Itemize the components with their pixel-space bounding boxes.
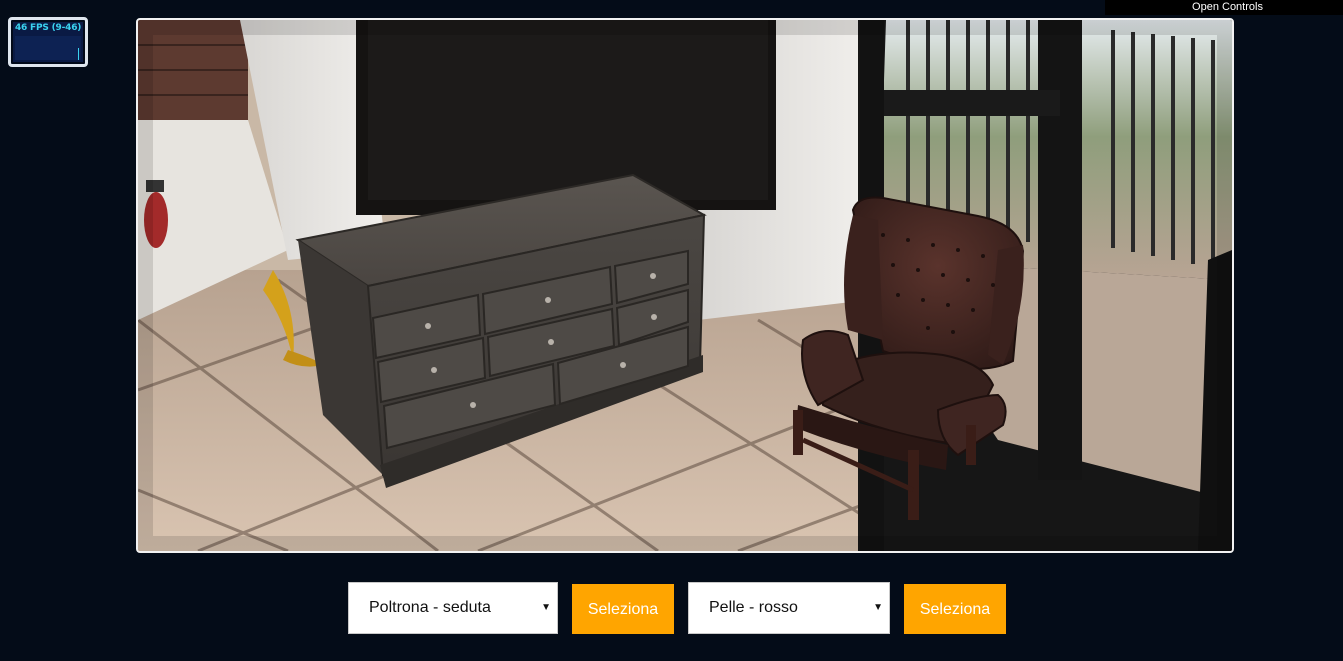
fps-label: 46 FPS (9-46) bbox=[15, 23, 82, 33]
fps-stats-panel[interactable]: 46 FPS (9-46) bbox=[8, 17, 88, 67]
3d-viewport-canvas[interactable] bbox=[136, 18, 1234, 553]
scene-render bbox=[138, 20, 1232, 551]
item-select[interactable]: Poltrona - seduta ▼ bbox=[348, 582, 558, 634]
item-select-value: Poltrona - seduta bbox=[369, 599, 491, 616]
material-select[interactable]: Pelle - rosso ▼ bbox=[688, 582, 890, 634]
selection-controls: Poltrona - seduta ▼ Seleziona Pelle - ro… bbox=[0, 582, 1343, 634]
chevron-down-icon: ▼ bbox=[873, 602, 883, 613]
material-select-value: Pelle - rosso bbox=[709, 599, 798, 616]
fps-graph-bar bbox=[78, 48, 79, 60]
select-item-button[interactable]: Seleziona bbox=[572, 584, 674, 634]
fps-graph bbox=[15, 36, 81, 60]
fps-stats-inner: 46 FPS (9-46) bbox=[13, 22, 83, 62]
chevron-down-icon: ▼ bbox=[541, 602, 551, 613]
select-material-button[interactable]: Seleziona bbox=[904, 584, 1006, 634]
open-controls-button[interactable]: Open Controls bbox=[1105, 0, 1343, 15]
